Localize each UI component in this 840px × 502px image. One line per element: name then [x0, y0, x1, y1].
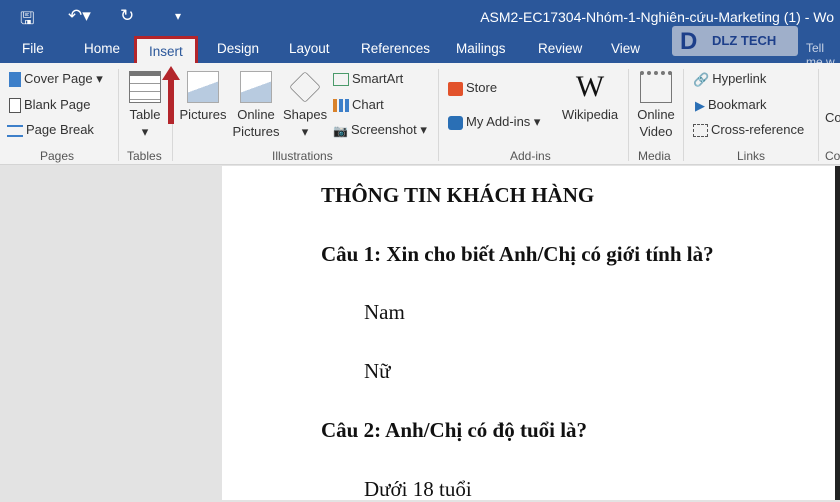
option-nu: Nữ: [364, 359, 391, 383]
hyperlink-button[interactable]: 🔗 Hyperlink: [693, 71, 766, 88]
screenshot-button[interactable]: 📷 Screenshot ▾: [333, 122, 427, 138]
online-video-icon: [640, 71, 672, 103]
tab-insert[interactable]: Insert: [134, 36, 198, 63]
hyperlink-icon: 🔗: [693, 71, 710, 87]
cross-reference-icon: [693, 124, 708, 138]
group-label-links: Links: [737, 149, 766, 163]
ribbon-insert: Cover Page ▾ Blank Page Page Break Pages…: [0, 63, 840, 165]
my-addins-button[interactable]: My Add-ins ▾: [448, 114, 540, 130]
divider: [438, 69, 439, 161]
doc-heading: THÔNG TIN KHÁCH HÀNG: [321, 183, 595, 207]
customize-icon[interactable]: ▾: [175, 9, 181, 23]
page-break-button[interactable]: Page Break: [7, 122, 94, 137]
my-addins-icon: [448, 115, 463, 130]
shapes-icon: [289, 71, 321, 103]
blank-page-button[interactable]: Blank Page: [9, 97, 91, 114]
store-icon: [448, 81, 463, 96]
group-label-addins: Add-ins: [510, 149, 551, 163]
bookmark-icon: ▶: [695, 97, 705, 113]
page-break-icon: [7, 124, 23, 137]
comment-button[interactable]: Co: [825, 110, 840, 125]
smartart-button[interactable]: SmartArt: [333, 71, 403, 87]
tab-mailings[interactable]: Mailings: [456, 41, 506, 56]
group-label-illustrations: Illustrations: [272, 149, 333, 163]
cover-page-icon: [9, 72, 21, 88]
cover-page-button[interactable]: Cover Page ▾: [9, 71, 103, 88]
pictures-button[interactable]: Pictures: [179, 71, 227, 123]
blank-page-icon: [9, 98, 21, 114]
document-page[interactable]: THÔNG TIN KHÁCH HÀNG Câu 1: Xin cho biết…: [222, 166, 835, 501]
tab-home[interactable]: Home: [84, 41, 120, 56]
table-icon: [129, 71, 161, 103]
divider: [118, 69, 119, 161]
shapes-button[interactable]: Shapes ▾: [283, 71, 327, 140]
online-pictures-icon: [240, 71, 272, 103]
group-label-media: Media: [638, 149, 671, 163]
table-button[interactable]: Table ▾: [126, 71, 164, 140]
undo-icon[interactable]: ↶▾: [68, 6, 91, 26]
cross-reference-button[interactable]: Cross-reference: [693, 122, 804, 138]
divider: [628, 69, 629, 161]
bookmark-button[interactable]: ▶ Bookmark: [695, 97, 767, 114]
tab-file[interactable]: File: [22, 41, 44, 56]
option-nam: Nam: [364, 300, 405, 324]
tab-layout[interactable]: Layout: [289, 41, 330, 56]
window-edge: [835, 166, 840, 500]
window-title: ASM2-EC17304-Nhóm-1-Nghiên-cứu-Marketing…: [480, 9, 834, 25]
tab-references[interactable]: References: [361, 41, 430, 56]
store-button[interactable]: Store: [448, 80, 497, 96]
group-label-comments: Co: [825, 149, 840, 163]
group-label-tables: Tables: [127, 149, 162, 163]
redo-icon[interactable]: ↻: [120, 6, 134, 26]
tab-view[interactable]: View: [611, 41, 640, 56]
group-label-pages: Pages: [40, 149, 75, 163]
online-pictures-button[interactable]: Online Pictures: [232, 71, 280, 140]
save-icon[interactable]: 🖫: [20, 6, 34, 35]
wikipedia-icon: W: [575, 70, 605, 103]
red-arrow-annotation: [162, 66, 180, 124]
divider: [818, 69, 819, 161]
tab-review[interactable]: Review: [538, 41, 582, 56]
chart-button[interactable]: Chart: [333, 97, 384, 113]
pictures-icon: [187, 71, 219, 103]
chart-icon: [333, 99, 349, 113]
question-1: Câu 1: Xin cho biết Anh/Chị có giới tính…: [321, 242, 714, 266]
smartart-icon: [333, 73, 349, 87]
question-2: Câu 2: Anh/Chị có độ tuổi là?: [321, 418, 588, 442]
screenshot-icon: 📷: [333, 123, 348, 138]
wikipedia-button[interactable]: W Wikipedia: [559, 71, 621, 123]
option-under-18: Dưới 18 tuổi: [364, 477, 472, 501]
divider: [683, 69, 684, 161]
online-video-button[interactable]: Online Video: [633, 71, 679, 140]
tab-design[interactable]: Design: [217, 41, 259, 56]
watermark-logo: D DLZ TECH: [672, 26, 798, 56]
